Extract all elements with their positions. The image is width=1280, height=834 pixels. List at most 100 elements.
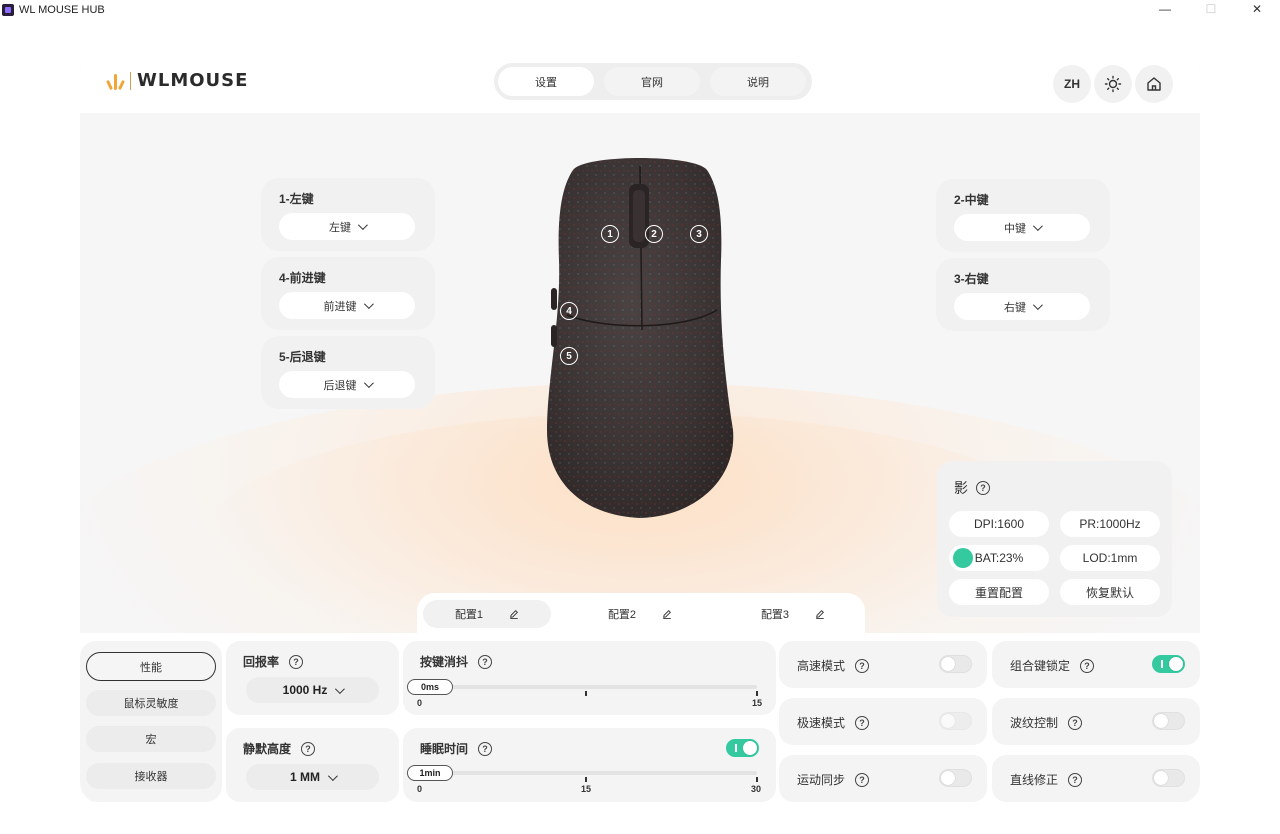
sidebar-item-macro[interactable]: 宏 [86, 726, 216, 752]
debounce-slider[interactable] [417, 685, 757, 689]
device-info-card: 影 ? DPI:1600 PR:1000Hz BAT:23% LOD:1mm 重… [937, 461, 1172, 617]
help-icon[interactable]: ? [855, 658, 870, 673]
help-icon[interactable]: ? [1068, 715, 1083, 730]
logo-mark-icon [106, 72, 125, 90]
sleep-slider-thumb[interactable]: 1min [407, 765, 453, 781]
maximize-button[interactable]: ☐ [1188, 0, 1234, 20]
battery-text: BAT:23% [974, 551, 1024, 565]
high-speed-toggle[interactable] [939, 655, 972, 673]
key-3-select[interactable]: 右键 [954, 293, 1090, 320]
tab-website[interactable]: 官网 [604, 67, 700, 96]
key-5-label: 5-后退键 [279, 350, 326, 364]
help-icon[interactable]: ? [855, 772, 870, 787]
edit-icon[interactable] [662, 609, 672, 619]
theme-button[interactable] [1094, 65, 1132, 103]
ripple-control-toggle[interactable] [1152, 712, 1185, 730]
combo-lock-label: 组合键锁定 [1010, 659, 1071, 673]
help-icon[interactable]: ? [478, 741, 493, 756]
sleep-tick [756, 777, 758, 782]
sleep-toggle[interactable] [726, 739, 759, 757]
debounce-tick [585, 691, 587, 696]
ultra-speed-label: 极速模式 [797, 716, 846, 730]
lod-pill: LOD:1mm [1060, 545, 1160, 571]
edit-icon[interactable] [815, 609, 825, 619]
chevron-down-icon [335, 683, 346, 694]
language-button[interactable]: ZH [1053, 65, 1091, 103]
key-1-label: 1-左键 [279, 192, 314, 206]
nav-tabs: 设置 官网 说明 [494, 63, 812, 100]
help-icon[interactable]: ? [855, 715, 870, 730]
debounce-label: 按键消抖 [420, 655, 469, 669]
polling-rate-select[interactable]: 1000 Hz [246, 677, 379, 703]
profile-tab-1[interactable]: 配置1 [423, 600, 551, 628]
close-button[interactable]: ✕ [1234, 0, 1280, 20]
help-icon[interactable]: ? [1068, 772, 1083, 787]
key-card-3: 3-右键 右键 [936, 258, 1110, 331]
chevron-down-icon [327, 770, 338, 781]
key-2-select[interactable]: 中键 [954, 214, 1090, 241]
reset-profile-button[interactable]: 重置配置 [949, 579, 1049, 605]
debounce-card: 按键消抖? 0ms 0 15 [403, 641, 776, 715]
key-4-select[interactable]: 前进键 [279, 292, 415, 319]
key-1-select[interactable]: 左键 [279, 213, 415, 240]
mouse-button-1-marker[interactable]: 1 [601, 225, 619, 243]
sleep-slider[interactable] [417, 771, 757, 775]
home-icon [1147, 77, 1161, 91]
key-5-value: 后退键 [323, 379, 357, 392]
sun-icon [1104, 75, 1122, 93]
angle-snap-toggle[interactable] [1152, 769, 1185, 787]
device-name-text: 影 [954, 480, 968, 496]
chevron-down-icon [357, 220, 368, 231]
help-icon[interactable]: ? [478, 654, 493, 669]
ripple-control-card: 波纹控制? [992, 698, 1200, 745]
mouse-button-2-marker[interactable]: 2 [645, 225, 663, 243]
chevron-down-icon [363, 378, 374, 389]
device-name: 影 ? [954, 478, 990, 498]
key-card-5: 5-后退键 后退键 [261, 336, 435, 409]
angle-snap-label: 直线修正 [1010, 773, 1059, 787]
profile-tab-2[interactable]: 配置2 [576, 600, 704, 628]
help-icon[interactable]: ? [301, 741, 316, 756]
lift-off-card: 静默高度? 1 MM [226, 728, 399, 802]
mouse-button-5-marker[interactable]: 5 [560, 347, 578, 365]
key-3-value: 右键 [1004, 301, 1026, 314]
key-2-value: 中键 [1004, 222, 1026, 235]
sleep-tick [585, 777, 587, 782]
sleep-label: 睡眠时间 [420, 742, 469, 756]
key-5-select[interactable]: 后退键 [279, 371, 415, 398]
lift-off-select[interactable]: 1 MM [246, 764, 379, 790]
mouse-button-4-marker[interactable]: 4 [560, 302, 578, 320]
restore-default-button[interactable]: 恢复默认 [1060, 579, 1160, 605]
help-icon[interactable]: ? [289, 654, 304, 669]
profile-tabs: 配置1 配置2 配置3 [417, 593, 865, 633]
combo-lock-toggle[interactable] [1152, 655, 1185, 673]
sidebar-item-performance[interactable]: 性能 [86, 652, 216, 681]
lift-off-label: 静默高度 [243, 742, 292, 756]
combo-lock-card: 组合键锁定? [992, 641, 1200, 688]
minimize-button[interactable]: — [1142, 0, 1188, 20]
profile-tab-3[interactable]: 配置3 [729, 600, 857, 628]
high-speed-card: 高速模式? [779, 641, 987, 688]
motion-sync-toggle[interactable] [939, 769, 972, 787]
window-titlebar: WL MOUSE HUB — ☐ ✕ [0, 0, 1280, 20]
high-speed-label: 高速模式 [797, 659, 846, 673]
tab-help[interactable]: 说明 [710, 67, 806, 96]
profile-3-label: 配置3 [760, 609, 790, 621]
battery-pill: BAT:23% [949, 545, 1049, 571]
key-3-label: 3-右键 [954, 272, 989, 286]
edit-icon[interactable] [509, 609, 519, 619]
sidebar-item-sensitivity[interactable]: 鼠标灵敏度 [86, 690, 216, 716]
tab-settings[interactable]: 设置 [498, 67, 594, 96]
sleep-max: 30 [751, 784, 762, 794]
help-icon[interactable]: ? [976, 481, 990, 495]
chevron-down-icon [1032, 300, 1043, 311]
mouse-button-3-marker[interactable]: 3 [690, 225, 708, 243]
sidebar-item-receiver[interactable]: 接收器 [86, 763, 216, 789]
home-button[interactable] [1135, 65, 1173, 103]
ultra-speed-toggle[interactable] [939, 712, 972, 730]
sleep-min: 0 [417, 784, 423, 794]
key-1-value: 左键 [329, 221, 351, 234]
help-icon[interactable]: ? [1080, 658, 1095, 673]
debounce-slider-thumb[interactable]: 0ms [407, 679, 453, 695]
polling-rate-card: 回报率? 1000 Hz [226, 641, 399, 715]
